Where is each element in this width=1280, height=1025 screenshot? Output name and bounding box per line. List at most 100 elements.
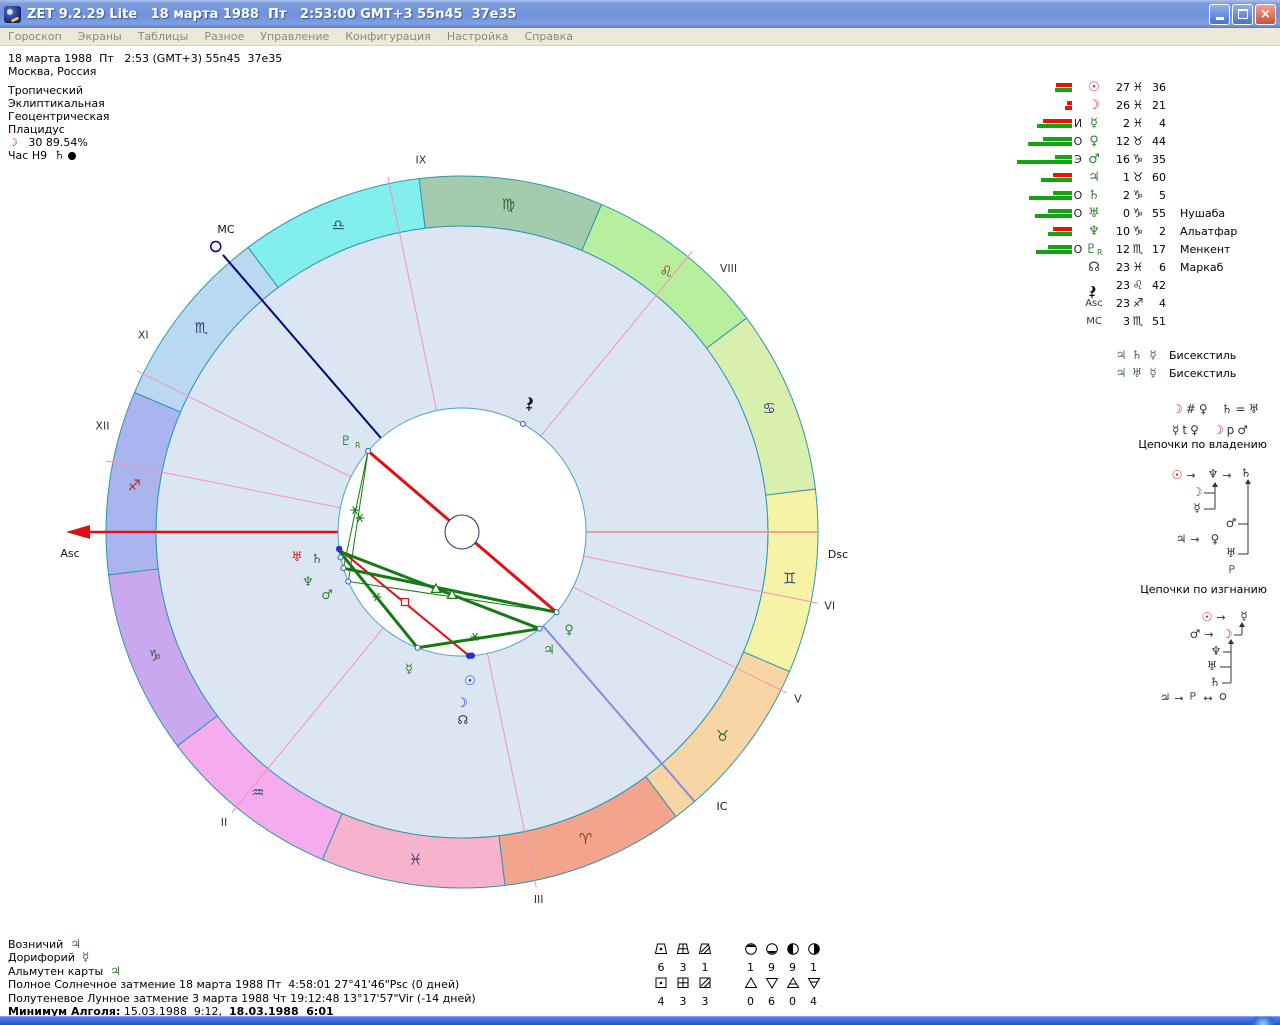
chain-node: ♃	[1176, 532, 1187, 546]
house-numeral: VI	[824, 599, 835, 612]
window-title: ZET 9.2.29 Lite 18 марта 1988 Пт 2:53:00…	[27, 7, 517, 22]
aspect-lines	[339, 451, 556, 656]
decl-token: ♄	[1222, 402, 1233, 416]
minimize-button[interactable]	[1209, 4, 1230, 25]
planet-row: О♀12♉44	[1016, 132, 1237, 150]
strength-bars	[1016, 119, 1072, 128]
asc-label: Asc	[60, 547, 79, 560]
house-numeral: II	[221, 816, 228, 829]
chain-node: ♇	[1227, 563, 1238, 573]
planet-glyph: ♅	[1084, 206, 1104, 221]
chain-node: ♄	[1241, 466, 1252, 480]
titlebar[interactable]: ZET 9.2.29 Lite 18 марта 1988 Пт 2:53:00…	[0, 0, 1280, 28]
config-row: ♃♅☿Бисекстиль	[1113, 364, 1236, 382]
stat-value: 4	[658, 995, 665, 1008]
stat-shape-sq-cross	[676, 975, 690, 994]
restore-icon	[1238, 9, 1248, 19]
lilith-icon	[1087, 286, 1096, 299]
planet-glyphs: ♇R♅♄♆♂☿☉☽☊♀♃	[291, 397, 574, 727]
sign-segment	[323, 814, 505, 888]
minute-value: 36	[1146, 81, 1166, 94]
minute-value: 42	[1146, 279, 1166, 292]
sign-glyph: ♓	[1130, 260, 1146, 274]
planet-row: ☉27♓36	[1016, 78, 1237, 96]
degree-value: 26	[1104, 99, 1130, 112]
pluto-point	[366, 449, 371, 454]
chart-axes: AscDscMCIC	[60, 223, 848, 813]
planet-glyph: ☊	[1084, 260, 1104, 275]
restore-button[interactable]	[1232, 4, 1253, 25]
mercury-glyph: ☿	[405, 662, 413, 677]
menu-item-5[interactable]: Управление	[252, 30, 337, 43]
moon-phase-icon	[68, 152, 76, 160]
planet-row: Asc23♐4	[1016, 294, 1237, 312]
menu-item-6[interactable]: Конфигурация	[337, 30, 439, 43]
degree-value: 12	[1104, 135, 1130, 148]
aspect-line	[348, 581, 556, 612]
config-label: Бисекстиль	[1169, 349, 1236, 362]
hour-label: Час H9	[8, 149, 47, 162]
chains-by-exile: Цепочки по изгнанию☉→☿♂→☽♆♅♄♃→♇↔♀	[1127, 583, 1267, 699]
sign-segment	[499, 777, 676, 886]
degree-value: 1	[1104, 171, 1130, 184]
planet-glyph: Asc	[1084, 298, 1104, 309]
sign-segment	[134, 247, 278, 412]
house-system: Плацидус	[8, 123, 282, 136]
minute-value: 44	[1146, 135, 1166, 148]
planet-glyph: ♂	[1084, 152, 1104, 167]
menu-item-8[interactable]: Справка	[517, 30, 581, 43]
sign-glyph: ♎	[332, 216, 345, 234]
minute-value: 17	[1146, 243, 1166, 256]
sextile-aspect-icon	[373, 593, 382, 601]
sun-point	[469, 652, 475, 658]
center-circle	[445, 515, 479, 549]
decl-token: ♅	[1248, 402, 1259, 416]
chain-node: ♃	[1160, 691, 1171, 700]
strength-bars	[1016, 227, 1072, 236]
stat-value: 3	[680, 995, 687, 1008]
zodiac-ring: ♈♉♊♋♌♍♎♏♐♑♒♓	[106, 176, 818, 888]
menu-item-7[interactable]: Настройка	[439, 30, 517, 43]
chain-node: ♆	[1208, 467, 1219, 481]
stat-value: 3	[680, 961, 687, 974]
stat-shape-circ-left	[786, 941, 800, 960]
degree-value: 2	[1104, 189, 1130, 202]
menu-item-1[interactable]: Гороскоп	[0, 30, 70, 43]
stat-shape-tri-down-line	[807, 975, 821, 994]
close-button[interactable]: ×	[1255, 4, 1276, 25]
stat-shape-trap-cross	[676, 941, 690, 960]
planet-glyph: ☿	[1145, 348, 1161, 362]
sign-glyph: ♏	[1130, 314, 1146, 328]
sign-glyph: ♓	[409, 851, 422, 869]
trine-aspect-icon	[431, 584, 440, 592]
degree-value: 16	[1104, 153, 1130, 166]
sign-glyph: ♏	[1130, 242, 1146, 256]
menu-item-3[interactable]: Таблицы	[130, 30, 197, 43]
square-aspect-icon	[402, 599, 409, 606]
fixed-star-name: Нушаба	[1180, 207, 1225, 220]
sign-glyph: ♉	[716, 727, 729, 745]
degree-value: 12	[1104, 243, 1130, 256]
degree-value: 23	[1104, 297, 1130, 310]
planet-row: ☽26♓21	[1016, 96, 1237, 114]
chain-node: ☿	[1193, 501, 1200, 515]
chain-node: ♆	[1211, 644, 1222, 658]
config-row: ♃♄☿Бисекстиль	[1113, 346, 1236, 364]
mc-label: MC	[217, 223, 234, 236]
planet-glyph: ☿	[1084, 116, 1104, 131]
sign-segment	[419, 176, 601, 250]
aspect-configurations: ♃♄☿ Бисекстиль ♃♅☿Бисекстиль	[1113, 346, 1236, 382]
declination-row: ☿t♀☽p♂	[1172, 419, 1262, 440]
chain-node: ↔	[1203, 692, 1212, 700]
menu-item-2[interactable]: Экраны	[70, 30, 130, 43]
planet-glyph: ♃	[1113, 366, 1129, 380]
decl-token: ☽	[1172, 402, 1183, 416]
menu-item-4[interactable]: Разное	[196, 30, 252, 43]
cusp-line	[388, 177, 437, 411]
sign-glyph: ♑	[1130, 188, 1146, 202]
stat-value: 4	[810, 995, 817, 1008]
app-icon	[4, 6, 21, 23]
stat-value: 3	[702, 995, 709, 1008]
planet-glyph: ♄	[1129, 348, 1145, 362]
chain-node: ♀	[1211, 532, 1220, 546]
